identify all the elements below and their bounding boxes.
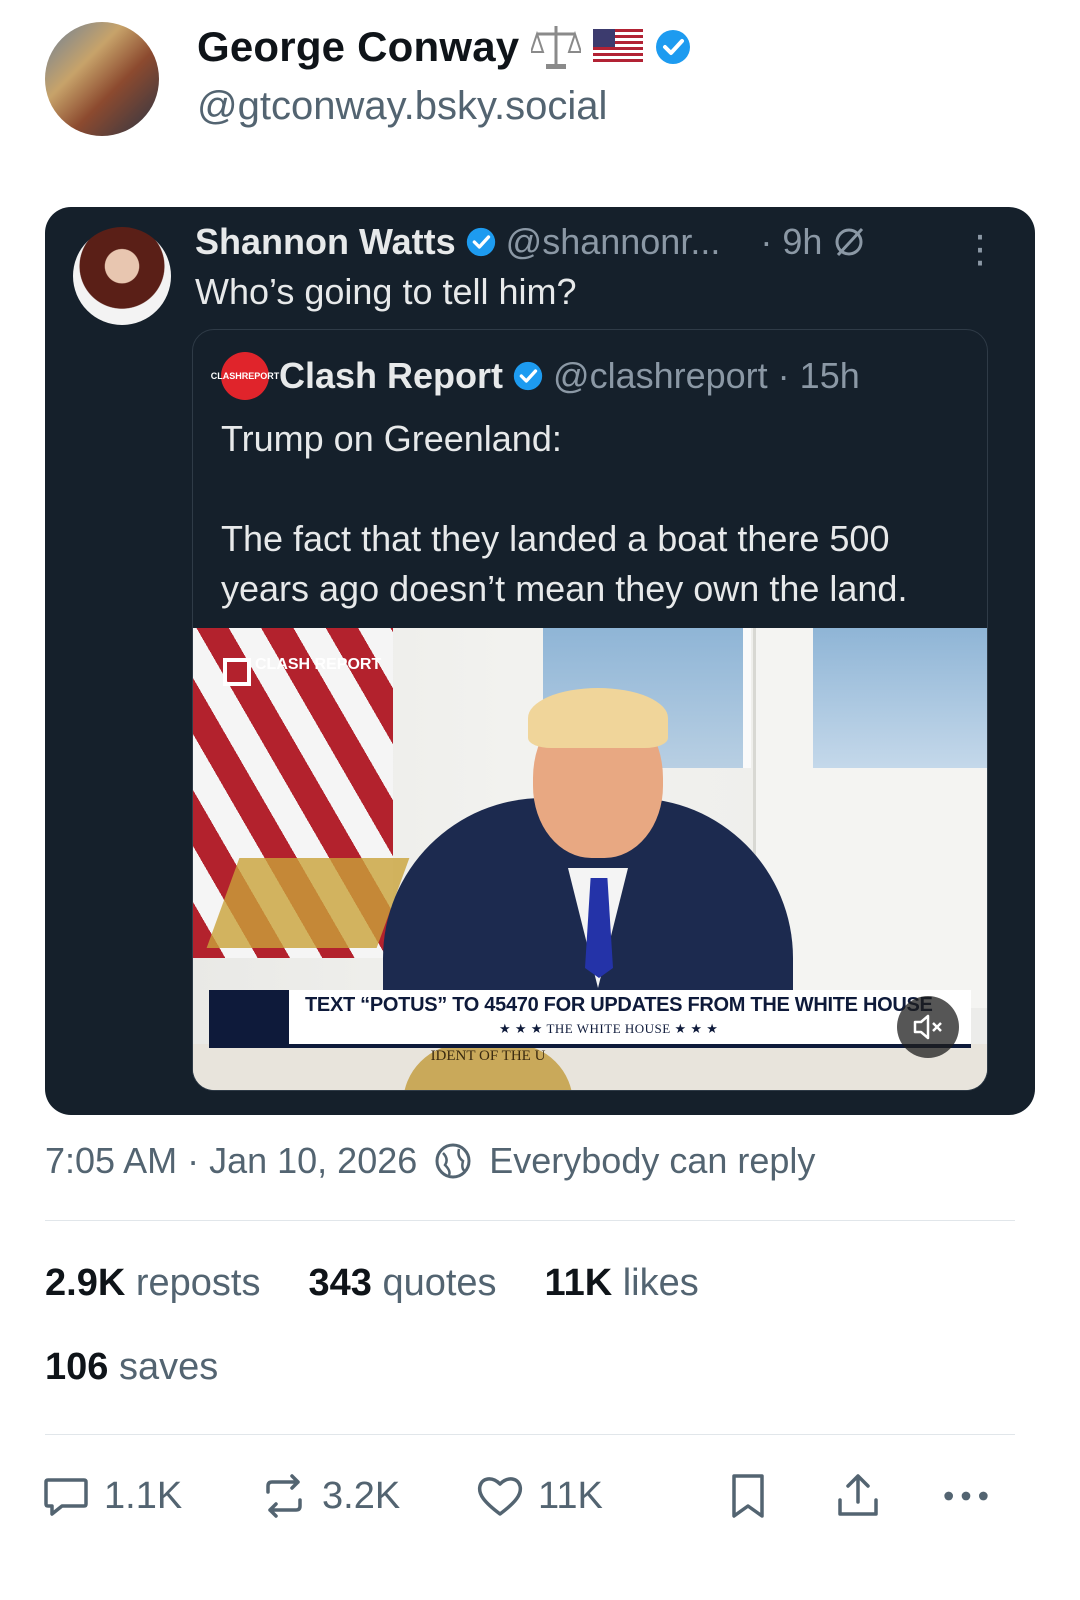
quoted-post-card[interactable]: Shannon Watts @shannonr... · 9h ⋮ Who’s …: [45, 207, 1035, 1115]
repost-count: 3.2K: [322, 1474, 401, 1517]
video-lower-third: TEXT “POTUS” TO 45470 FOR UPDATES FROM T…: [209, 990, 971, 1048]
muted-speaker-icon: [913, 1014, 942, 1040]
embedded-post-text: Trump on Greenland: The fact that they l…: [221, 418, 908, 609]
scales-icon: [531, 26, 582, 69]
action-bar: 1.1K 3.2K 11K: [40, 1470, 1010, 1530]
reply-icon: [44, 1478, 88, 1516]
bookmark-button[interactable]: [722, 1470, 774, 1522]
white-house-logo-icon: [209, 990, 289, 1044]
likes-stat[interactable]: 11K likes: [545, 1262, 699, 1305]
embedded-quote[interactable]: CLASH REPORT Clash Report @clashreport · …: [192, 329, 988, 1091]
quoted-post-time: · 9h: [760, 221, 823, 262]
author-handle[interactable]: @gtconway.bsky.social: [197, 84, 607, 129]
video-flag-fringe: [206, 858, 410, 948]
clash-report-logo[interactable]: CLASH REPORT: [211, 352, 279, 400]
author-name[interactable]: George Conway: [197, 23, 519, 71]
bookmark-icon: [732, 1474, 764, 1518]
verified-badge-icon: [466, 227, 495, 257]
quoted-post-text: Who’s going to tell him?: [195, 271, 577, 312]
repost-button[interactable]: 3.2K: [258, 1470, 400, 1522]
divider: [45, 1434, 1015, 1435]
post-stats: 2.9K reposts 343 quotes 11K likes: [45, 1262, 699, 1305]
lower-third-subtext: ★ ★ ★ THE WHITE HOUSE ★ ★ ★: [499, 1021, 719, 1036]
reply-button[interactable]: 1.1K: [40, 1470, 182, 1522]
quotes-stat[interactable]: 343 quotes: [308, 1262, 496, 1305]
like-button[interactable]: 11K: [474, 1470, 603, 1522]
us-flag-icon: [593, 29, 644, 65]
post-timestamp[interactable]: 7:05 AM · Jan 10, 2026: [45, 1140, 417, 1182]
like-count: 11K: [538, 1474, 603, 1517]
more-horizontal-icon: [944, 1491, 988, 1501]
reply-restricted-icon: [835, 227, 864, 257]
repost-icon: [266, 1474, 302, 1518]
video-watermark: CLASH REPORT: [223, 657, 381, 686]
quoted-author-avatar[interactable]: [73, 227, 171, 325]
quoted-author-name[interactable]: Shannon Watts: [195, 221, 456, 263]
share-icon: [838, 1474, 878, 1516]
heart-icon: [477, 1477, 523, 1516]
quoted-author-handle[interactable]: @shannonr...: [506, 221, 721, 263]
author-name-row: George Conway: [197, 22, 691, 72]
video-table: [193, 1044, 987, 1090]
embedded-author-row: CLASH REPORT Clash Report @clashreport · …: [211, 352, 860, 400]
divider: [45, 1220, 1015, 1221]
verified-badge-icon: [656, 30, 691, 64]
reposts-stat[interactable]: 2.9K reposts: [45, 1262, 260, 1305]
reply-setting-icon: [435, 1143, 471, 1179]
video-window: [813, 628, 987, 768]
share-button[interactable]: [832, 1470, 884, 1522]
verified-badge-icon: [513, 361, 543, 391]
lower-third-text: TEXT “POTUS” TO 45470 FOR UPDATES FROM T…: [305, 994, 933, 1016]
more-button[interactable]: [940, 1470, 992, 1522]
video-person-hair: [528, 688, 668, 748]
post-meta: 7:05 AM · Jan 10, 2026 Everybody can rep…: [45, 1140, 815, 1182]
mute-button[interactable]: [897, 996, 959, 1058]
reply-setting-label: Everybody can reply: [489, 1140, 816, 1181]
reply-count: 1.1K: [104, 1474, 183, 1517]
more-options-icon[interactable]: ⋮: [961, 231, 999, 269]
watermark-logo-icon: [223, 658, 251, 686]
quoted-author-row: Shannon Watts @shannonr... · 9h: [195, 221, 866, 263]
video-media[interactable]: CLASH REPORT IDENT OF THE U TEXT “POTUS”…: [193, 628, 987, 1090]
author-avatar[interactable]: [45, 22, 159, 136]
embedded-author-name[interactable]: Clash Report: [279, 355, 503, 397]
saves-stat[interactable]: 106 saves: [45, 1346, 218, 1389]
embedded-author-handle[interactable]: @clashreport · 15h: [553, 355, 860, 397]
